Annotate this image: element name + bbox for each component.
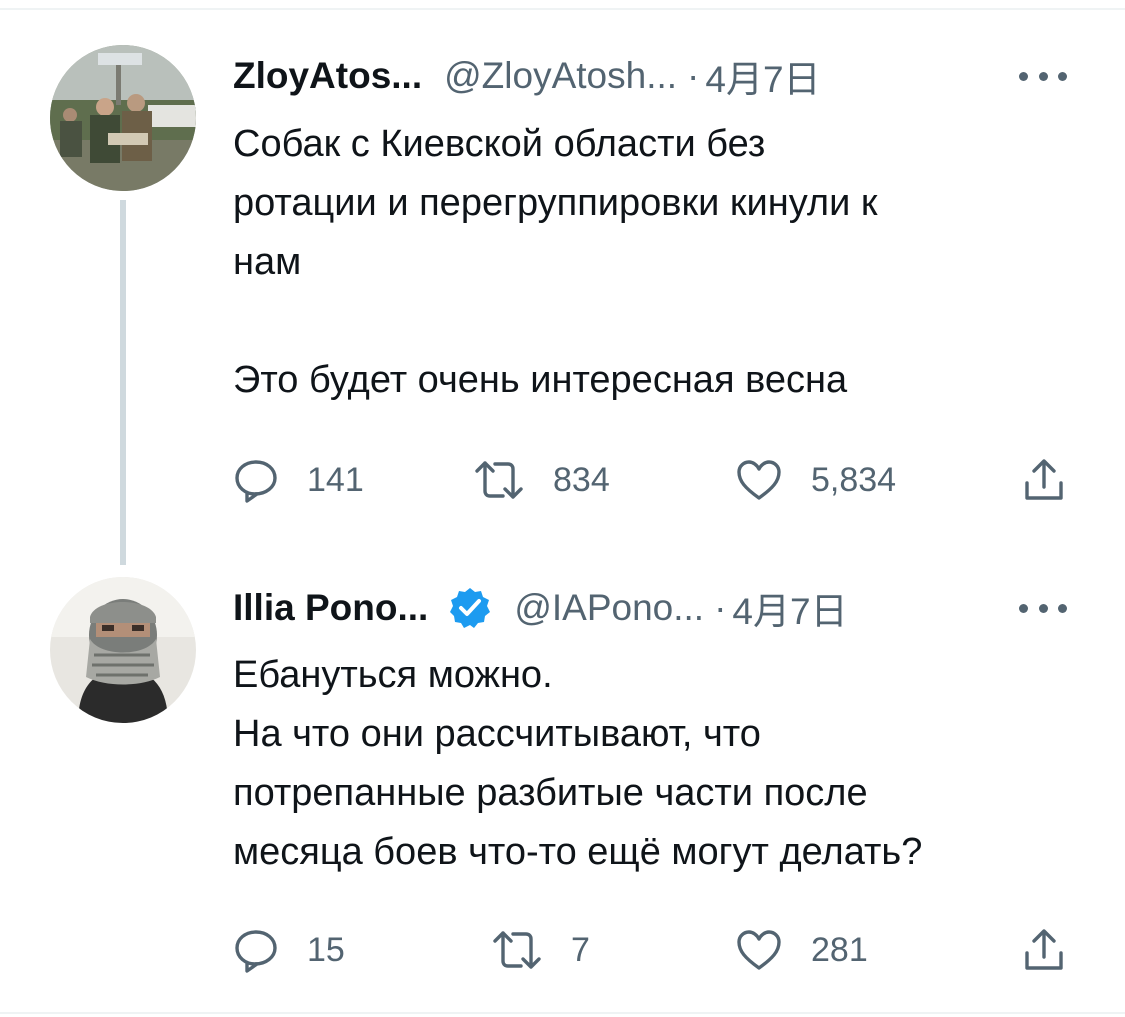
tweet-date[interactable]: 4月7日 <box>732 581 847 635</box>
retweet-count: 834 <box>553 460 610 499</box>
retweet-button[interactable]: 834 <box>473 455 610 505</box>
avatar[interactable] <box>50 577 196 723</box>
tweet-text-line: Ебануться можно. <box>233 654 553 696</box>
retweet-icon <box>473 457 525 503</box>
tweet-text-line: Собак с Киевской области без <box>233 123 766 165</box>
like-count: 281 <box>811 930 868 969</box>
like-icon <box>735 927 783 973</box>
reply-icon <box>233 457 279 503</box>
reply-icon <box>233 927 279 973</box>
share-icon <box>1021 927 1067 973</box>
tweet-actions: 15 7 281 <box>233 925 1073 975</box>
separator: · <box>714 587 727 628</box>
share-icon <box>1021 457 1067 503</box>
retweet-button[interactable]: 7 <box>491 925 590 975</box>
like-count: 5,834 <box>811 460 897 499</box>
tweet-text-line: месяца боев что-то ещё могут делать? <box>233 831 923 873</box>
verified-badge-icon <box>448 586 492 630</box>
reply-count: 141 <box>307 460 364 499</box>
more-icon[interactable] <box>1019 598 1067 618</box>
tweet-date[interactable]: 4月7日 <box>705 49 820 103</box>
tweet-text-line: На что они рассчитывают, что <box>233 713 761 755</box>
tweet-text-line: потрепанные разбитые части после <box>233 772 868 814</box>
reply-button[interactable]: 15 <box>233 925 345 975</box>
tweet-text: Собак с Киевской области без ротации и п… <box>233 115 1083 410</box>
separator: · <box>687 55 700 96</box>
share-button[interactable] <box>1021 455 1067 505</box>
author-name[interactable]: ZloyAtos... <box>233 55 422 97</box>
top-divider <box>0 8 1125 10</box>
reply-count: 15 <box>307 930 345 969</box>
tweet-text-line: нам <box>233 241 302 283</box>
tweet-text-line: Это будет очень интересная весна <box>233 359 848 401</box>
tweet-text: Ебануться можно. На что они рассчитывают… <box>233 646 1083 882</box>
author-name[interactable]: Illia Pono... <box>233 587 428 629</box>
avatar[interactable] <box>50 45 196 191</box>
tweet-header: Illia Pono... @IAPono... · 4月7日 <box>233 583 848 633</box>
tweet-text-line: ротации и перегруппировки кинули к <box>233 182 878 224</box>
more-icon[interactable] <box>1019 66 1067 86</box>
tweet-actions: 141 834 5,834 <box>233 455 1073 505</box>
like-icon <box>735 457 783 503</box>
thread-connector <box>120 200 126 565</box>
paragraph-break <box>233 292 1083 351</box>
share-button[interactable] <box>1021 925 1067 975</box>
retweet-icon <box>491 927 543 973</box>
like-button[interactable]: 5,834 <box>735 455 896 505</box>
retweet-count: 7 <box>571 930 590 969</box>
author-handle[interactable]: @IAPono... <box>514 587 704 629</box>
reply-button[interactable]: 141 <box>233 455 364 505</box>
tweet-header: ZloyAtos... @ZloyAtosh... · 4月7日 <box>233 51 821 101</box>
author-handle[interactable]: @ZloyAtosh... <box>444 55 677 97</box>
like-button[interactable]: 281 <box>735 925 868 975</box>
bottom-divider <box>0 1012 1125 1014</box>
